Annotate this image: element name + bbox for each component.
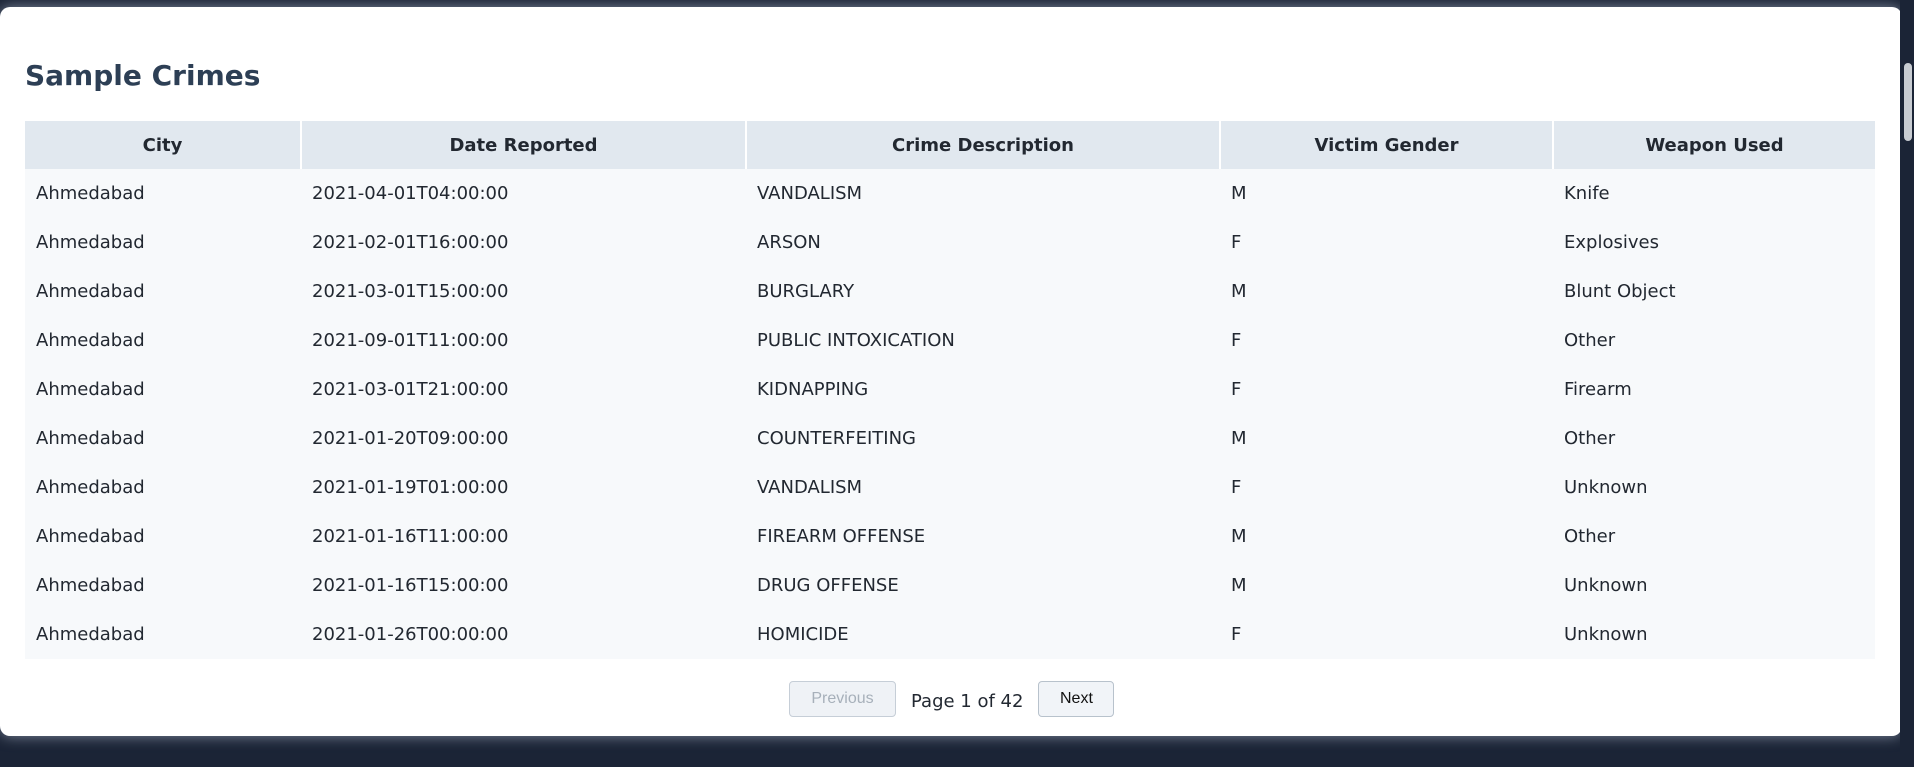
cell-crime-description: KIDNAPPING <box>746 365 1220 414</box>
table-row: Ahmedabad 2021-01-16T15:00:00 DRUG OFFEN… <box>25 561 1875 610</box>
page-title: Sample Crimes <box>25 59 261 92</box>
column-header-date-reported: Date Reported <box>301 121 747 169</box>
cell-weapon-used: Other <box>1553 316 1875 365</box>
cell-date-reported: 2021-01-26T00:00:00 <box>301 610 746 659</box>
cell-city: Ahmedabad <box>25 414 301 463</box>
cell-city: Ahmedabad <box>25 316 301 365</box>
cell-victim-gender: M <box>1220 169 1553 218</box>
table-row: Ahmedabad 2021-01-26T00:00:00 HOMICIDE F… <box>25 610 1875 659</box>
cell-city: Ahmedabad <box>25 365 301 414</box>
cell-weapon-used: Unknown <box>1553 610 1875 659</box>
cell-crime-description: BURGLARY <box>746 267 1220 316</box>
cell-victim-gender: F <box>1220 610 1553 659</box>
cell-city: Ahmedabad <box>25 267 301 316</box>
cell-crime-description: PUBLIC INTOXICATION <box>746 316 1220 365</box>
cell-date-reported: 2021-01-19T01:00:00 <box>301 463 746 512</box>
cell-crime-description: VANDALISM <box>746 463 1220 512</box>
cell-city: Ahmedabad <box>25 169 301 218</box>
cell-date-reported: 2021-04-01T04:00:00 <box>301 169 746 218</box>
cell-date-reported: 2021-01-16T15:00:00 <box>301 561 746 610</box>
cell-date-reported: 2021-01-16T11:00:00 <box>301 512 746 561</box>
page-background: Sample Crimes City Date Reported Crime D… <box>0 0 1914 767</box>
column-header-crime-description: Crime Description <box>746 121 1221 169</box>
cell-weapon-used: Other <box>1553 512 1875 561</box>
cell-crime-description: ARSON <box>746 218 1220 267</box>
previous-page-button[interactable]: Previous <box>789 681 896 717</box>
table-row: Ahmedabad 2021-09-01T11:00:00 PUBLIC INT… <box>25 316 1875 365</box>
cell-weapon-used: Firearm <box>1553 365 1875 414</box>
cell-city: Ahmedabad <box>25 463 301 512</box>
cell-date-reported: 2021-03-01T21:00:00 <box>301 365 746 414</box>
cell-victim-gender: F <box>1220 463 1553 512</box>
cell-weapon-used: Explosives <box>1553 218 1875 267</box>
column-header-city: City <box>25 121 302 169</box>
cell-weapon-used: Blunt Object <box>1553 267 1875 316</box>
cell-city: Ahmedabad <box>25 561 301 610</box>
crimes-table-container: City Date Reported Crime Description Vic… <box>25 121 1875 659</box>
cell-weapon-used: Unknown <box>1553 561 1875 610</box>
cell-city: Ahmedabad <box>25 512 301 561</box>
table-row: Ahmedabad 2021-04-01T04:00:00 VANDALISM … <box>25 169 1875 218</box>
table-row: Ahmedabad 2021-02-01T16:00:00 ARSON F Ex… <box>25 218 1875 267</box>
cell-victim-gender: F <box>1220 218 1553 267</box>
cell-crime-description: HOMICIDE <box>746 610 1220 659</box>
page-scrollbar[interactable] <box>1900 0 1914 767</box>
cell-date-reported: 2021-09-01T11:00:00 <box>301 316 746 365</box>
cell-date-reported: 2021-02-01T16:00:00 <box>301 218 746 267</box>
scrollbar-thumb[interactable] <box>1904 63 1912 141</box>
cell-city: Ahmedabad <box>25 610 301 659</box>
cell-victim-gender: M <box>1220 512 1553 561</box>
cell-victim-gender: M <box>1220 267 1553 316</box>
table-row: Ahmedabad 2021-01-20T09:00:00 COUNTERFEI… <box>25 414 1875 463</box>
cell-crime-description: FIREARM OFFENSE <box>746 512 1220 561</box>
cell-victim-gender: M <box>1220 414 1553 463</box>
cell-victim-gender: M <box>1220 561 1553 610</box>
cell-crime-description: DRUG OFFENSE <box>746 561 1220 610</box>
cell-date-reported: 2021-03-01T15:00:00 <box>301 267 746 316</box>
table-header-row: City Date Reported Crime Description Vic… <box>25 121 1875 169</box>
cell-date-reported: 2021-01-20T09:00:00 <box>301 414 746 463</box>
column-header-victim-gender: Victim Gender <box>1220 121 1554 169</box>
table-row: Ahmedabad 2021-03-01T15:00:00 BURGLARY M… <box>25 267 1875 316</box>
cell-city: Ahmedabad <box>25 218 301 267</box>
crimes-table: City Date Reported Crime Description Vic… <box>25 121 1875 659</box>
table-row: Ahmedabad 2021-01-16T11:00:00 FIREARM OF… <box>25 512 1875 561</box>
next-page-button[interactable]: Next <box>1038 681 1115 717</box>
cell-victim-gender: F <box>1220 365 1553 414</box>
cell-weapon-used: Knife <box>1553 169 1875 218</box>
cell-weapon-used: Other <box>1553 414 1875 463</box>
column-header-weapon-used: Weapon Used <box>1553 121 1875 169</box>
cell-crime-description: VANDALISM <box>746 169 1220 218</box>
table-row: Ahmedabad 2021-01-19T01:00:00 VANDALISM … <box>25 463 1875 512</box>
table-row: Ahmedabad 2021-03-01T21:00:00 KIDNAPPING… <box>25 365 1875 414</box>
cell-weapon-used: Unknown <box>1553 463 1875 512</box>
cell-victim-gender: F <box>1220 316 1553 365</box>
pagination: Previous Page 1 of 42 Next <box>789 681 1115 717</box>
cell-crime-description: COUNTERFEITING <box>746 414 1220 463</box>
content-card: Sample Crimes City Date Reported Crime D… <box>0 7 1902 736</box>
page-indicator: Page 1 of 42 <box>911 690 1024 712</box>
